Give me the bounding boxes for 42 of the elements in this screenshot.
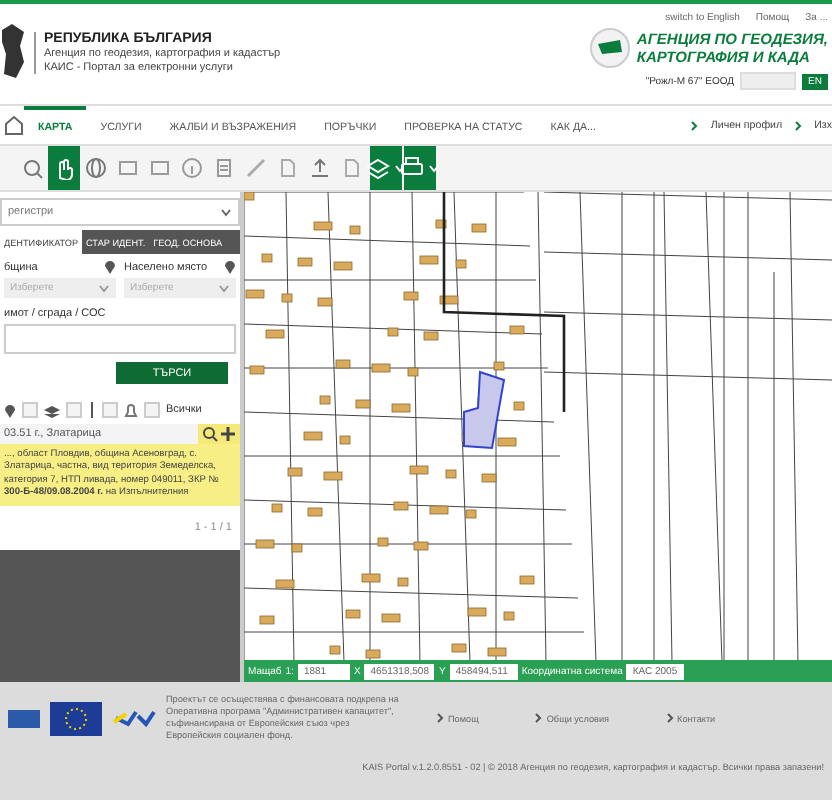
checkbox[interactable] xyxy=(102,402,118,418)
eu-flag-icon xyxy=(50,701,102,735)
fund-logo-icon xyxy=(8,709,40,727)
caret-icon xyxy=(98,282,110,294)
user-field[interactable] xyxy=(740,72,797,90)
page-icon xyxy=(276,156,300,180)
layers-icon xyxy=(366,156,390,180)
print-menu-button[interactable] xyxy=(404,146,436,190)
checkbox[interactable] xyxy=(22,402,38,418)
program-logo-icon xyxy=(112,706,156,730)
chevron-icon xyxy=(690,119,699,131)
chevron-icon xyxy=(534,712,543,724)
plus-icon[interactable] xyxy=(220,426,236,442)
map-pin-icon[interactable] xyxy=(4,403,16,417)
bell-icon[interactable] xyxy=(124,403,138,417)
upload-icon xyxy=(308,156,332,180)
info-icon xyxy=(180,156,204,180)
page-icon xyxy=(340,156,364,180)
caret-icon xyxy=(220,206,232,218)
identifier-input[interactable] xyxy=(4,324,236,354)
printer-icon xyxy=(400,156,424,180)
frame-icon xyxy=(116,156,140,180)
identify-tool[interactable] xyxy=(48,146,80,190)
chevron-icon xyxy=(794,119,803,131)
map-pin-icon[interactable] xyxy=(224,260,236,274)
caret-icon xyxy=(218,282,230,294)
agency-logo-icon xyxy=(590,28,631,68)
marker-icon[interactable] xyxy=(88,402,96,418)
chevron-icon xyxy=(436,712,444,724)
globe-icon xyxy=(84,156,108,180)
layers-icon[interactable] xyxy=(44,403,60,417)
frame-icon xyxy=(148,156,172,180)
layers-menu-button[interactable] xyxy=(370,146,402,190)
checkbox[interactable] xyxy=(66,402,82,418)
pencil-icon xyxy=(244,156,268,180)
document-icon xyxy=(212,156,236,180)
magnifier-icon xyxy=(20,156,44,180)
map-pin-icon[interactable] xyxy=(104,260,116,274)
chevron-icon xyxy=(665,712,674,724)
caret-icon xyxy=(428,162,440,174)
checkbox[interactable] xyxy=(144,402,160,418)
search-icon[interactable] xyxy=(202,426,218,442)
